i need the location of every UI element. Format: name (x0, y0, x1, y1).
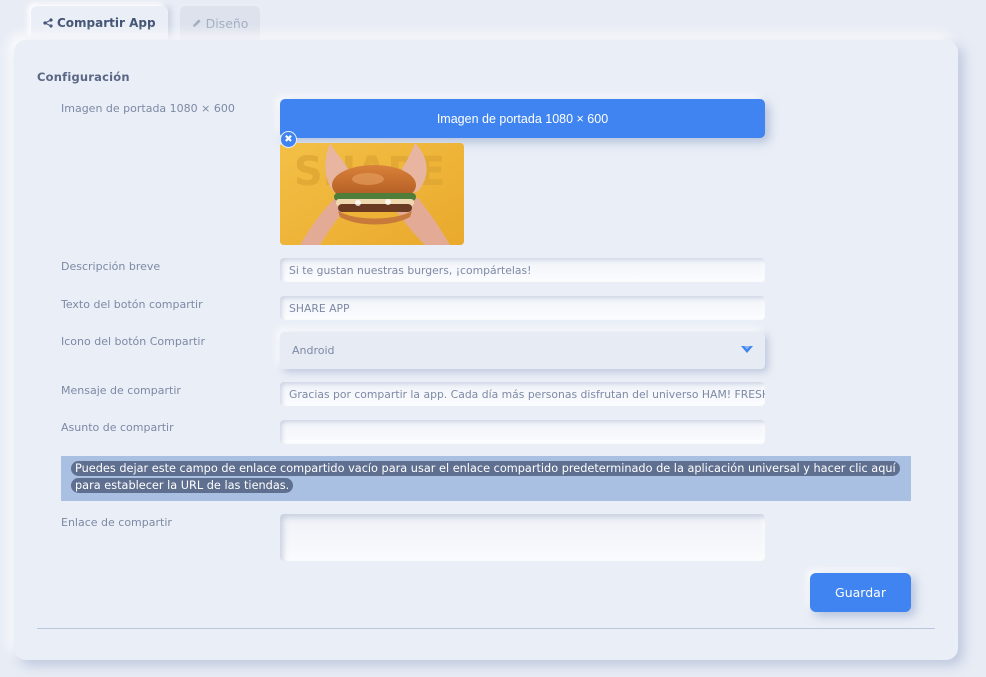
share-subject-input[interactable] (280, 420, 765, 444)
select-value: Android (292, 344, 335, 357)
share-button-icon-select[interactable]: Android (280, 332, 765, 369)
pencil-icon (192, 18, 202, 28)
share-link-textarea[interactable] (280, 514, 765, 561)
settings-panel: Configuración Imagen de portada 1080 × 6… (14, 40, 958, 660)
divider (37, 628, 935, 629)
tab-diseno[interactable]: Diseño (179, 6, 261, 40)
save-button[interactable]: Guardar (810, 573, 911, 612)
share-message-input[interactable]: Gracias por compartir la app. Cada día m… (280, 382, 765, 406)
short-description-label: Descripción breve (61, 260, 161, 273)
short-description-input[interactable]: Si te gustan nuestras burgers, ¡compárte… (280, 258, 765, 282)
cover-image-preview: SHARE (280, 143, 464, 245)
cover-image-label: Imagen de portada 1080 × 600 (61, 102, 235, 115)
upload-cover-button[interactable]: Imagen de portada 1080 × 600 (280, 99, 765, 138)
share-button-icon-label: Icono del botón Compartir (61, 335, 206, 348)
share-link-notice[interactable]: Puedes dejar este campo de enlace compar… (61, 456, 911, 501)
notice-text: Puedes dejar este campo de enlace compar… (71, 461, 900, 493)
share-button-text-input[interactable]: SHARE APP (280, 296, 765, 320)
share-message-label: Mensaje de compartir (61, 384, 181, 397)
close-icon: ✖ (284, 134, 293, 145)
share-button-text-label: Texto del botón compartir (61, 298, 203, 311)
tab-compartir-app[interactable]: Compartir App (31, 6, 168, 40)
tab-label: Compartir App (57, 16, 156, 30)
section-title: Configuración (37, 70, 130, 84)
tab-bar: Compartir App Diseño (31, 6, 261, 40)
caret-down-icon (741, 344, 753, 357)
share-icon (43, 18, 53, 28)
tab-label: Diseño (205, 15, 249, 31)
share-link-label: Enlace de compartir (61, 516, 172, 529)
share-subject-label: Asunto de compartir (61, 421, 174, 434)
remove-image-button[interactable]: ✖ (280, 131, 297, 148)
